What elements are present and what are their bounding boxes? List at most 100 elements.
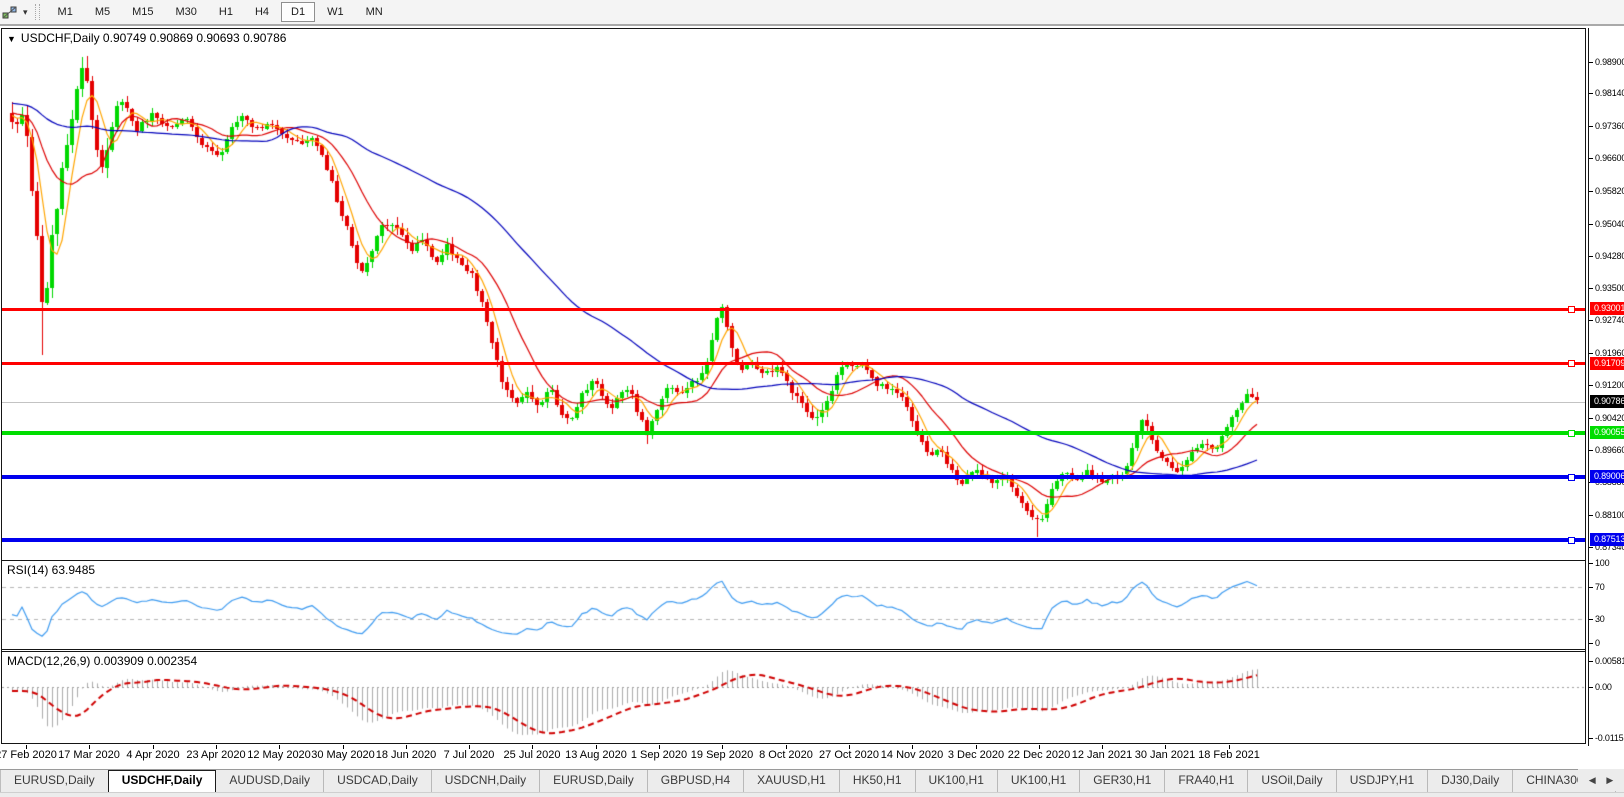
chart-tab-usdcad-daily[interactable]: USDCAD,Daily bbox=[323, 770, 431, 792]
chart-tab-xauusd-h1[interactable]: XAUUSD,H1 bbox=[743, 770, 839, 792]
chart-dropdown-icon[interactable]: ▼ bbox=[7, 34, 16, 44]
chart-tab-usoil-daily[interactable]: USOil,Daily bbox=[1247, 770, 1335, 792]
hline-marker[interactable] bbox=[1568, 360, 1575, 367]
price-chip-resistance-2[interactable]: 0.91709 bbox=[1590, 356, 1624, 370]
rsi-tick: 30 bbox=[1589, 613, 1605, 625]
chart-tab-uk100-h1[interactable]: UK100,H1 bbox=[996, 770, 1079, 792]
date-label: 8 Oct 2020 bbox=[759, 749, 813, 761]
indicator-icon bbox=[2, 6, 17, 18]
rsi-pane bbox=[2, 560, 1585, 650]
chart-tab-fra40-h1[interactable]: FRA40,H1 bbox=[1164, 770, 1247, 792]
timeframe-button-h1[interactable]: H1 bbox=[209, 2, 243, 22]
tab-scroll-arrows: ◀ ▶ bbox=[1578, 769, 1624, 791]
tick-dash bbox=[1589, 687, 1593, 688]
timeframe-button-h4[interactable]: H4 bbox=[245, 2, 279, 22]
toolbar-grip[interactable] bbox=[34, 4, 40, 20]
hline-marker[interactable] bbox=[1568, 306, 1575, 313]
price-tick: 0.91200 bbox=[1589, 379, 1624, 391]
tick-text: 0.92740 bbox=[1595, 315, 1624, 326]
chart-tab-usdchf-daily[interactable]: USDCHF,Daily bbox=[107, 770, 217, 792]
hline-resistance-2[interactable] bbox=[2, 360, 1585, 367]
price-tick: 0.98140 bbox=[1589, 87, 1624, 99]
timeframe-button-m30[interactable]: M30 bbox=[166, 2, 207, 22]
date-label: 25 Jul 2020 bbox=[503, 749, 561, 761]
date-label: 3 Dec 2020 bbox=[947, 749, 1005, 761]
price-chip-support-1[interactable]: 0.89006 bbox=[1590, 470, 1624, 484]
price-tick: 0.89660 bbox=[1589, 444, 1624, 456]
tick-dash bbox=[1589, 320, 1593, 322]
tick-text: 0.88100 bbox=[1595, 510, 1624, 521]
macd-tick: 0.005818 bbox=[1589, 655, 1624, 667]
tick-dash bbox=[1589, 661, 1593, 663]
dropdown-caret-icon[interactable]: ▾ bbox=[23, 7, 28, 18]
date-label: 22 Dec 2020 bbox=[1007, 749, 1071, 761]
date-axis[interactable]: 27 Feb 2020 17 Mar 2020 4 Apr 2020 23 Apr 2… bbox=[0, 745, 1592, 766]
tick-text: 0.91200 bbox=[1595, 379, 1624, 390]
chart-tab-usdcnh-daily[interactable]: USDCNH,Daily bbox=[430, 770, 539, 792]
tick-text: 0.00 bbox=[1595, 682, 1612, 692]
tick-dash bbox=[1589, 587, 1593, 588]
hline-pivot-green[interactable] bbox=[2, 429, 1585, 437]
price-tick: 0.95040 bbox=[1589, 218, 1624, 230]
rsi-tick: 70 bbox=[1589, 581, 1605, 593]
price-chip-resistance-1[interactable]: 0.93001 bbox=[1590, 302, 1624, 316]
chart-tab-dj30-daily[interactable]: DJ30,Daily bbox=[1427, 770, 1512, 792]
chart-tab-ger30-h1[interactable]: GER30,H1 bbox=[1079, 770, 1164, 792]
tick-text: -0.011514 bbox=[1595, 733, 1624, 744]
date-label: 12 May 2020 bbox=[247, 749, 311, 761]
timeframe-button-m5[interactable]: M5 bbox=[85, 2, 120, 22]
timeframe-button-m15[interactable]: M15 bbox=[122, 2, 163, 22]
chart-tab-bar: EURUSD,Daily USDCHF,Daily AUDUSD,Daily USDC… bbox=[0, 769, 1624, 792]
timeframe-button-d1[interactable]: D1 bbox=[281, 2, 316, 22]
hline-marker[interactable] bbox=[1568, 473, 1575, 481]
price-chip-support-2[interactable]: 0.87513 bbox=[1590, 532, 1624, 546]
hline-marker[interactable] bbox=[1568, 429, 1575, 437]
tick-text: 0.89660 bbox=[1595, 444, 1624, 455]
hline-support-1[interactable] bbox=[2, 473, 1585, 481]
tick-dash bbox=[1589, 515, 1593, 517]
price-chip-pivot-green[interactable]: 0.90055 bbox=[1590, 426, 1624, 439]
chart-tab-usdjpy-h1[interactable]: USDJPY,H1 bbox=[1335, 770, 1427, 792]
tick-dash bbox=[1589, 384, 1593, 386]
tick-dash bbox=[1589, 417, 1593, 419]
macd-indicator-label: MACD(12,26,9) 0.003909 0.002354 bbox=[7, 654, 198, 668]
chart-tool-icon[interactable] bbox=[2, 5, 20, 20]
date-label: 27 Oct 2020 bbox=[819, 749, 879, 761]
timeframe-button-mn[interactable]: MN bbox=[356, 2, 393, 22]
date-label: 27 Feb 2020 bbox=[0, 749, 57, 761]
tick-dash bbox=[1589, 563, 1593, 564]
tick-dash bbox=[1589, 643, 1593, 644]
price-tick: 0.94280 bbox=[1589, 250, 1624, 262]
tick-text: 0.95820 bbox=[1595, 185, 1624, 196]
chart-tab-eurusd-daily[interactable]: EURUSD,Daily bbox=[539, 770, 647, 792]
tab-scroll-left-icon[interactable]: ◀ bbox=[1589, 775, 1596, 786]
date-label: 1 Sep 2020 bbox=[630, 749, 688, 761]
tab-scroll-right-icon[interactable]: ▶ bbox=[1606, 775, 1613, 786]
price-tick: 0.92740 bbox=[1589, 314, 1624, 326]
date-label: 30 May 2020 bbox=[311, 749, 375, 761]
date-label: 18 Jun 2020 bbox=[375, 749, 437, 761]
tick-text: 0.96600 bbox=[1595, 153, 1624, 164]
price-tick: 0.93500 bbox=[1589, 282, 1624, 294]
current-price-chip[interactable]: 0.90786 bbox=[1590, 395, 1624, 409]
chart-tab-uk100-h1[interactable]: UK100,H1 bbox=[914, 770, 997, 792]
chart-tab-audusd-daily[interactable]: AUDUSD,Daily bbox=[216, 770, 323, 792]
tick-text: 70 bbox=[1595, 582, 1605, 592]
price-axis[interactable]: 0.98900 0.98140 0.97360 0.96600 0.95820 0.950… bbox=[1588, 28, 1624, 746]
chart-tab-gbpusd-h4[interactable]: GBPUSD,H4 bbox=[646, 770, 743, 792]
price-tick: 0.88100 bbox=[1589, 509, 1624, 521]
tick-text: 100 bbox=[1595, 558, 1610, 568]
tick-dash bbox=[1589, 126, 1593, 128]
tick-dash bbox=[1589, 547, 1593, 549]
hline-support-2[interactable] bbox=[2, 536, 1585, 544]
hline-resistance-1[interactable] bbox=[2, 306, 1585, 313]
hline-marker[interactable] bbox=[1568, 536, 1575, 544]
timeframe-button-w1[interactable]: W1 bbox=[317, 2, 354, 22]
chart-tab-hk50-h1[interactable]: HK50,H1 bbox=[838, 770, 915, 792]
chart-tab-eurusd-daily[interactable]: EURUSD,Daily bbox=[1, 770, 108, 792]
tick-text: 30 bbox=[1595, 614, 1605, 624]
price-tick: 0.96600 bbox=[1589, 152, 1624, 164]
tick-text: 0.97360 bbox=[1595, 121, 1624, 132]
timeframe-button-m1[interactable]: M1 bbox=[48, 2, 83, 22]
macd-tick: 0.00 bbox=[1589, 681, 1612, 693]
